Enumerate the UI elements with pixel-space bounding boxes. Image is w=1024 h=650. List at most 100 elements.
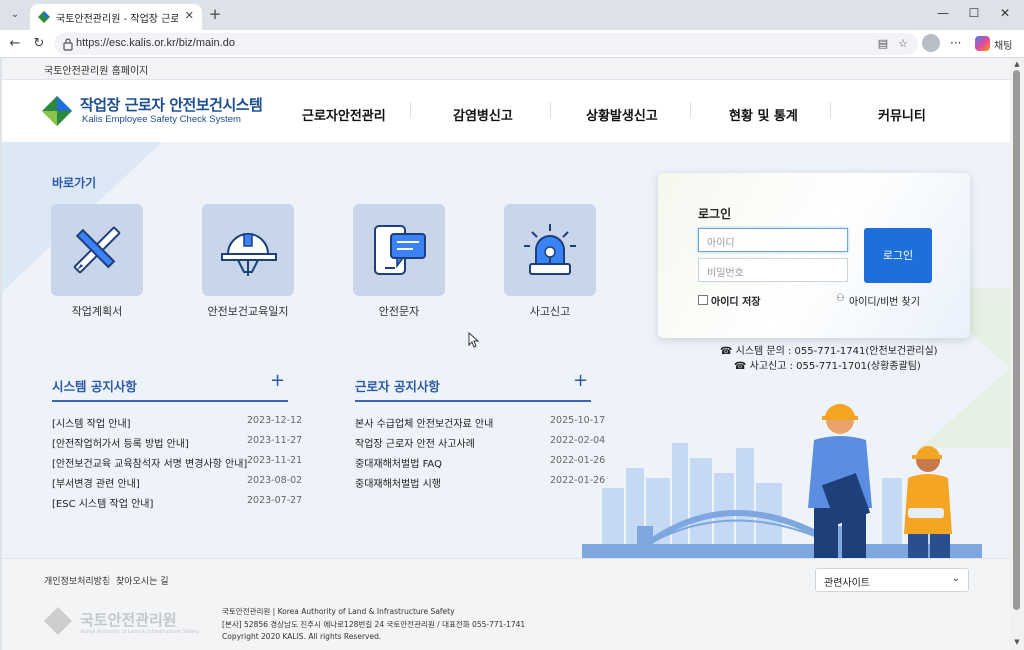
directions-link[interactable]: 찾아오시는 길 <box>116 574 169 587</box>
footer-org-info: 국토안전관리원 | Korea Authority of Land & Infr… <box>222 607 455 616</box>
nav-infection-report[interactable]: 감염병신고 <box>453 105 513 124</box>
site-favicon-icon <box>38 11 50 23</box>
new-tab-icon[interactable]: + <box>206 5 224 23</box>
quick-safety-education[interactable] <box>202 204 294 296</box>
system-notice-date: 2023-12-12 <box>247 415 303 426</box>
reader-mode-icon[interactable]: ▤ <box>876 37 890 51</box>
nav-divider <box>550 102 551 118</box>
url-text: https://esc.kalis.or.kr/biz/main.do <box>76 37 235 49</box>
user-icon: ⚇ <box>836 293 845 304</box>
footer-copyright: Copyright 2020 KALIS. All rights Reserve… <box>222 632 382 641</box>
logo-subtitle: Kalis Employee Safety Check System <box>82 114 241 125</box>
quick-work-plan-label[interactable]: 작업계획서 <box>37 303 157 319</box>
url-field[interactable]: https://esc.kalis.or.kr/biz/main.do ▤ ☆ <box>54 33 918 55</box>
favorite-star-icon[interactable]: ☆ <box>896 37 910 51</box>
scroll-down-icon[interactable]: ▼ <box>1012 638 1022 648</box>
lock-icon <box>63 38 73 51</box>
system-notice-item[interactable]: [부서변경 관련 안내] <box>52 475 140 490</box>
address-bar: ← ↻ https://esc.kalis.or.kr/biz/main.do … <box>0 30 1024 58</box>
worker-notice-item[interactable]: 본사 수급업체 안전보건자료 안내 <box>355 415 493 430</box>
worker-notice-more-icon[interactable]: + <box>573 370 588 391</box>
system-notice-date: 2023-11-21 <box>247 455 303 466</box>
logo-title[interactable]: 작업장 근로자 안전보건시스템 <box>80 94 263 115</box>
reload-icon[interactable]: ↻ <box>30 35 48 53</box>
back-icon[interactable]: ← <box>6 35 24 53</box>
nav-community[interactable]: 커뮤니티 <box>878 105 926 124</box>
save-id-checkbox[interactable] <box>698 295 708 305</box>
homepage-link[interactable]: 국토안전관리원 홈페이지 <box>44 62 148 77</box>
system-notice-date: 2023-11-27 <box>247 435 303 446</box>
quick-safety-message-label[interactable]: 안전문자 <box>339 303 459 319</box>
quick-safety-message[interactable] <box>353 204 445 296</box>
system-notice-date: 2023-08-02 <box>247 475 303 486</box>
system-notice-item[interactable]: [시스템 작업 안내] <box>52 415 131 430</box>
login-button[interactable]: 로그인 <box>864 228 932 283</box>
related-sites-select[interactable]: 관련사이트 ⌄ <box>815 568 969 592</box>
phone-message-icon <box>374 225 426 275</box>
tab-close-icon[interactable]: ✕ <box>185 9 194 22</box>
siren-icon <box>524 224 576 275</box>
worker-notice-item[interactable]: 중대재해처벌법 FAQ <box>355 455 442 470</box>
tab-title: 국토안전관리원 - 작업장 근로자 안전보건시스템 <box>56 14 178 25</box>
quick-links-title: 바로가기 <box>52 176 97 190</box>
find-account-link[interactable]: 아이디/비번 찾기 <box>849 293 920 308</box>
privacy-policy-link[interactable]: 개인정보처리방침 <box>44 574 110 587</box>
kalis-logo-icon[interactable] <box>42 96 72 126</box>
worker-notice-item[interactable]: 중대재해처벌법 시행 <box>355 475 441 490</box>
nav-worker-safety[interactable]: 근로자안전관리 <box>302 105 386 124</box>
save-id-label[interactable]: 아이디 저장 <box>711 293 760 308</box>
system-notice-title[interactable]: 시스템 공지사항 <box>52 376 137 395</box>
nav-divider <box>830 102 831 118</box>
worker-notice-date: 2022-01-26 <box>550 475 606 486</box>
quick-safety-education-label[interactable]: 안전보건교육일지 <box>188 303 308 319</box>
scrollbar-thumb[interactable] <box>1013 70 1020 610</box>
hardhat-icon <box>221 233 277 276</box>
login-panel: 로그인 아이디 비밀번호 로그인 아이디 저장 ⚇ 아이디/비번 찾기 <box>658 173 970 338</box>
worker-notice-title[interactable]: 근로자 공지사항 <box>355 376 440 395</box>
nav-incident-report[interactable]: 상황발생신고 <box>586 105 658 124</box>
system-notice-item[interactable]: [ESC 시스템 작업 안내] <box>52 495 153 510</box>
chevron-down-icon: ⌄ <box>951 573 960 584</box>
workers-illustration <box>582 404 982 558</box>
mouse-cursor-icon <box>468 332 480 348</box>
worker-notice-item[interactable]: 작업장 근로자 안전 사고사례 <box>355 435 475 450</box>
footer-divider <box>108 575 109 585</box>
nav-divider <box>690 102 691 118</box>
quick-accident-report-label[interactable]: 사고신고 <box>490 303 610 319</box>
login-password-input[interactable]: 비밀번호 <box>698 258 848 282</box>
tab-menu-icon[interactable]: ⌄ <box>6 6 24 24</box>
system-notice-item[interactable]: [안전보건교육 교육참석자 서명 변경사항 안내] <box>52 455 247 470</box>
site-footer: 개인정보처리방침 찾아오시는 길 관련사이트 ⌄ 국토안전관리원 Korea A… <box>2 558 1010 650</box>
more-menu-icon[interactable]: ··· <box>950 36 961 50</box>
pencil-ruler-icon <box>73 226 121 274</box>
quick-accident-report[interactable] <box>504 204 596 296</box>
worker-notice-divider <box>355 400 591 402</box>
site-header: 작업장 근로자 안전보건시스템 Kalis Employee Safety Ch… <box>2 80 1010 142</box>
maximize-icon[interactable]: ☐ <box>967 6 981 20</box>
footer-logo-name: 국토안전관리원 <box>80 611 177 629</box>
system-notice-item[interactable]: [안전작업허가서 등록 방법 안내] <box>52 435 189 450</box>
system-notice-more-icon[interactable]: + <box>270 370 285 391</box>
scroll-up-icon[interactable]: ▲ <box>1012 60 1022 70</box>
footer-address: [본사] 52856 경상남도 진주시 에나로128번길 24 국토안전관리원 … <box>222 620 526 629</box>
quick-work-plan[interactable] <box>51 204 143 296</box>
copilot-icon[interactable] <box>975 36 990 51</box>
web-page: 국토안전관리원 홈페이지 작업장 근로자 안전보건시스템 Kalis Emplo… <box>2 58 1010 650</box>
worker-notice-date: 2025-10-17 <box>550 415 606 426</box>
related-sites-value: 관련사이트 <box>824 578 870 589</box>
browser-tab[interactable]: 국토안전관리원 - 작업장 근로자 안전보건시스템 ✕ <box>30 4 202 30</box>
chat-label[interactable]: 채팅 <box>994 37 1012 52</box>
login-title: 로그인 <box>698 207 732 221</box>
window-close-icon[interactable]: ✕ <box>998 6 1012 20</box>
nav-divider <box>410 102 411 118</box>
system-notice-divider <box>52 400 288 402</box>
login-id-input[interactable]: 아이디 <box>698 228 848 252</box>
profile-avatar-icon[interactable] <box>922 34 940 52</box>
worker-notice-date: 2022-01-26 <box>550 455 606 466</box>
browser-tab-bar: ⌄ 국토안전관리원 - 작업장 근로자 안전보건시스템 ✕ + — ☐ ✕ <box>0 0 1024 30</box>
footer-logo-icon <box>44 607 72 635</box>
minimize-icon[interactable]: — <box>936 6 950 20</box>
nav-statistics[interactable]: 현황 및 통계 <box>729 105 798 124</box>
system-notice-date: 2023-07-27 <box>247 495 303 506</box>
footer-logo-sub: Korea Authority of Land & Infrastructure… <box>81 629 199 635</box>
